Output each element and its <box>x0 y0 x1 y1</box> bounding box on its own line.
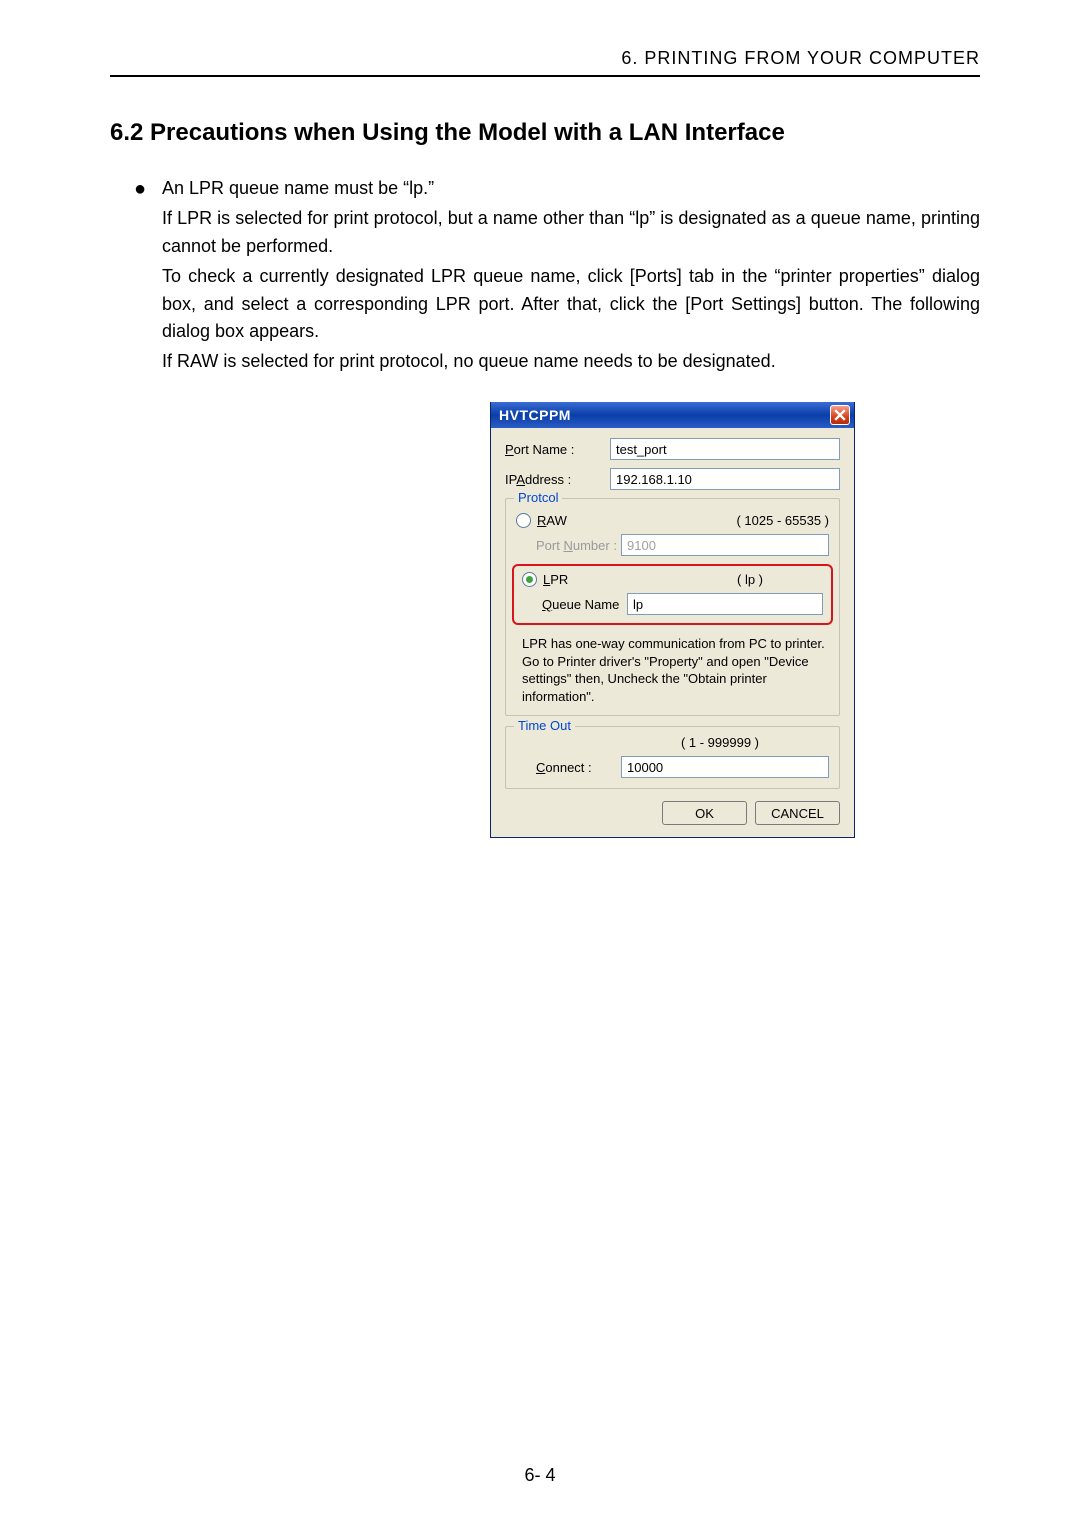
body-text: ● An LPR queue name must be “lp.” If LPR… <box>134 175 980 376</box>
paragraph-2: To check a currently designated LPR queu… <box>162 263 980 347</box>
connect-input[interactable] <box>621 756 829 778</box>
paragraph-1: If LPR is selected for print protocol, b… <box>162 205 980 261</box>
timeout-range: ( 1 - 999999 ) <box>681 735 759 750</box>
lpr-radio[interactable] <box>522 572 537 587</box>
timeout-fieldset: Time Out ( 1 - 999999 ) Connect : <box>505 726 840 789</box>
protocol-legend: Protcol <box>514 490 562 505</box>
titlebar: HVTCPPM <box>491 402 854 428</box>
ok-button[interactable]: OK <box>662 801 747 825</box>
page-number: 6- 4 <box>0 1465 1080 1486</box>
lpr-note: LPR has one-way communication from PC to… <box>522 635 829 705</box>
raw-label: RAW <box>537 513 622 528</box>
close-icon <box>834 409 846 421</box>
close-button[interactable] <box>830 405 850 425</box>
ip-address-input[interactable] <box>610 468 840 490</box>
ip-address-label: IPAddress : <box>505 472 610 487</box>
queue-name-label: Queue Name <box>542 597 627 612</box>
bullet-icon: ● <box>134 175 162 205</box>
bullet-text: An LPR queue name must be “lp.” <box>162 175 980 203</box>
raw-radio[interactable] <box>516 513 531 528</box>
paragraph-3: If RAW is selected for print protocol, n… <box>162 348 980 376</box>
port-number-input <box>621 534 829 556</box>
dialog-hvtcppm: HVTCPPM Port Name : IPAddress : <box>490 402 855 838</box>
timeout-legend: Time Out <box>514 718 575 733</box>
lpr-highlight: LPR ( lp ) Queue Name <box>512 564 833 625</box>
port-name-input[interactable] <box>610 438 840 460</box>
lpr-hint: ( lp ) <box>737 572 763 587</box>
lpr-label: LPR <box>543 572 628 587</box>
connect-label: Connect : <box>536 760 621 775</box>
queue-name-input[interactable] <box>627 593 823 615</box>
protocol-fieldset: Protcol RAW ( 1025 - 65535 ) Port Number… <box>505 498 840 716</box>
raw-range: ( 1025 - 65535 ) <box>736 513 829 528</box>
port-number-label: Port Number : <box>536 538 621 553</box>
section-title: 6.2 Precautions when Using the Model wit… <box>110 119 980 147</box>
cancel-button[interactable]: CANCEL <box>755 801 840 825</box>
dialog-title: HVTCPPM <box>499 407 830 423</box>
port-name-label: Port Name : <box>505 442 610 457</box>
chapter-header: 6. PRINTING FROM YOUR COMPUTER <box>110 48 980 77</box>
